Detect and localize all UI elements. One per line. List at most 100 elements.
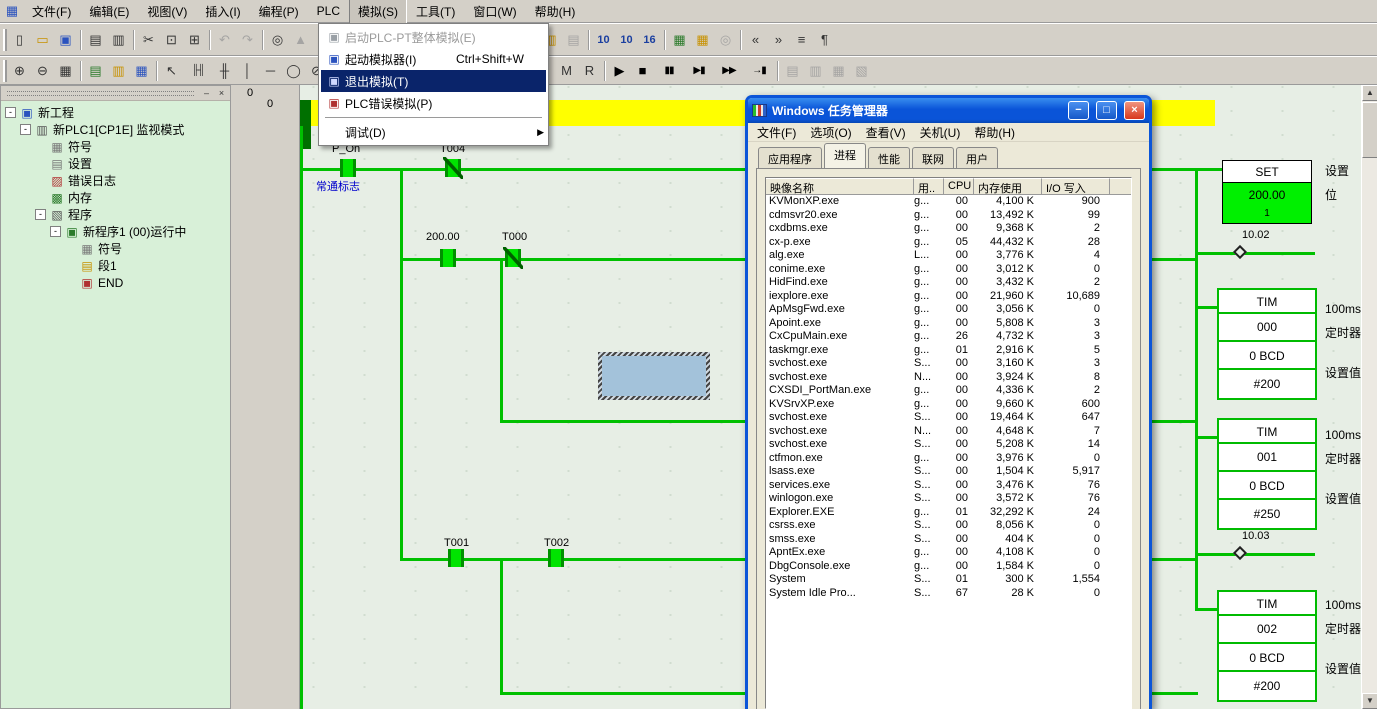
contact-t001[interactable] [448, 549, 464, 567]
process-row[interactable]: CxCpuMain.exe g... 26 4,732 K 3 [766, 330, 1131, 344]
tm-menu-view[interactable]: 查看(V) [859, 122, 913, 143]
column-header-user[interactable]: 用.. [914, 178, 944, 195]
redo-button[interactable]: ↷ [236, 28, 259, 51]
contact-t000[interactable] [505, 249, 521, 267]
tree-item[interactable]: ▦ 符号 [1, 138, 230, 155]
timer-block-0[interactable]: TIM 000 0 BCD #200 [1217, 288, 1317, 400]
timer-block-2[interactable]: TIM 002 0 BCD #200 [1217, 590, 1317, 702]
sim-scan-run-button[interactable]: →▮ [744, 59, 774, 82]
process-row[interactable]: ApntEx.exe g... 00 4,108 K 0 [766, 546, 1131, 560]
sim-pause-button[interactable]: ▮▮ [654, 59, 684, 82]
zoom-out-button[interactable]: ⊖ [31, 59, 54, 82]
grid-toggle-button[interactable]: ▦ [54, 59, 77, 82]
tm-menu-file[interactable]: 文件(F) [750, 122, 803, 143]
print-preview-button[interactable]: ▥ [107, 28, 130, 51]
close-button[interactable]: × [1124, 101, 1145, 120]
tab-processes[interactable]: 进程 [824, 143, 866, 168]
process-row[interactable]: CXSDI_PortMan.exe g... 00 4,336 K 2 [766, 384, 1131, 398]
contact-p-on[interactable] [340, 159, 356, 177]
window-layout-4-button[interactable]: ▧ [850, 59, 873, 82]
process-row[interactable]: cdmsvr20.exe g... 00 13,492 K 99 [766, 209, 1131, 223]
tree-item[interactable]: ▤ 设置 [1, 155, 230, 172]
process-row[interactable]: KVMonXP.exe g... 00 4,100 K 900 [766, 195, 1131, 209]
process-row[interactable]: Apoint.exe g... 00 5,808 K 3 [766, 317, 1131, 331]
process-row[interactable]: taskmgr.exe g... 01 2,916 K 5 [766, 344, 1131, 358]
column-header-cpu[interactable]: CPU [944, 178, 974, 195]
tab-applications[interactable]: 应用程序 [758, 147, 822, 169]
window-layout-1-button[interactable]: ▤ [781, 59, 804, 82]
select-tool-button[interactable]: ↖ [160, 59, 183, 82]
sim-continuous-step-button[interactable]: ▶▶ [714, 59, 744, 82]
grid-green-button[interactable]: ▦ [668, 28, 691, 51]
ladder-view-button[interactable]: ▤ [84, 59, 107, 82]
menu-view[interactable]: 视图(V) [138, 0, 196, 24]
new-project-button[interactable]: ▯ [8, 28, 31, 51]
contact-t004[interactable] [445, 159, 461, 177]
cut-button[interactable]: ✂ [137, 28, 160, 51]
process-row[interactable]: cxdbms.exe g... 00 9,368 K 2 [766, 222, 1131, 236]
contact-no-button[interactable]: ╟╢ [183, 59, 213, 82]
find-previous-button[interactable]: ▲ [289, 28, 312, 51]
scroll-down-button[interactable]: ▼ [1362, 693, 1377, 709]
tab-performance[interactable]: 性能 [868, 147, 910, 169]
sim-step-run-button[interactable]: ▶▮ [684, 59, 714, 82]
tab-networking[interactable]: 联网 [912, 147, 954, 169]
tree-item[interactable]: - ▣ 新程序1 (00)运行中 [1, 223, 230, 240]
tab-users[interactable]: 用户 [956, 147, 998, 169]
process-row[interactable]: csrss.exe S... 00 8,056 K 0 [766, 519, 1131, 533]
find-button[interactable]: ◎ [266, 28, 289, 51]
menu-program[interactable]: 编程(P) [250, 0, 308, 24]
sim-run-button[interactable]: ▶ [608, 59, 631, 82]
process-row[interactable]: svchost.exe N... 00 4,648 K 7 [766, 425, 1131, 439]
undo-button[interactable]: ↶ [213, 28, 236, 51]
grid-yellow-button[interactable]: ▦ [691, 28, 714, 51]
tree-item[interactable]: - ▧ 程序 [1, 206, 230, 223]
scrollbar-thumb[interactable] [1362, 102, 1377, 158]
process-row[interactable]: Explorer.EXE g... 01 32,292 K 24 [766, 506, 1131, 520]
tree-item[interactable]: - ▥ 新PLC1[CP1E] 监视模式 [1, 121, 230, 138]
paste-button[interactable]: ⊞ [183, 28, 206, 51]
menu-insert[interactable]: 插入(I) [196, 0, 249, 24]
process-row[interactable]: conime.exe g... 00 3,012 K 0 [766, 263, 1131, 277]
workspace-grip[interactable] [7, 91, 194, 96]
process-row[interactable]: cx-p.exe g... 05 44,432 K 28 [766, 236, 1131, 250]
process-row[interactable]: iexplore.exe g... 00 21,960 K 10,689 [766, 290, 1131, 304]
vertical-line-button[interactable]: │ [236, 59, 259, 82]
scroll-up-button[interactable]: ▲ [1362, 85, 1377, 101]
process-row[interactable]: System S... 01 300 K 1,554 [766, 573, 1131, 587]
coil-button[interactable]: ◯ [282, 59, 305, 82]
timer-block-1[interactable]: TIM 001 0 BCD #250 [1217, 418, 1317, 530]
menu-edit[interactable]: 编辑(E) [80, 0, 138, 24]
maximize-button[interactable]: □ [1096, 101, 1117, 120]
process-row[interactable]: HidFind.exe g... 00 3,432 K 2 [766, 276, 1131, 290]
copy-button[interactable]: ⊡ [160, 28, 183, 51]
minimize-button[interactable]: − [1068, 101, 1089, 120]
panel-splitter[interactable] [231, 85, 240, 709]
process-row[interactable]: lsass.exe S... 00 1,504 K 5,917 [766, 465, 1131, 479]
contact-t002[interactable] [548, 549, 564, 567]
process-row[interactable]: winlogon.exe S... 00 3,572 K 76 [766, 492, 1131, 506]
column-header-image-name[interactable]: 映像名称 [766, 178, 914, 195]
styles-button[interactable]: ¶ [813, 28, 836, 51]
column-header-io-writes[interactable]: I/O 写入 [1042, 178, 1110, 195]
mnemonic-view-button[interactable]: ▥ [107, 59, 130, 82]
open-project-button[interactable]: ▭ [31, 28, 54, 51]
column-header-memory[interactable]: 内存使用 [974, 178, 1042, 195]
contact-200-00[interactable] [440, 249, 456, 267]
tm-menu-help[interactable]: 帮助(H) [967, 122, 1022, 143]
tree-item[interactable]: ▦ 符号 [1, 240, 230, 257]
menu-item-plc-error-simulation[interactable]: ▣ PLC错误模拟(P) [321, 92, 546, 114]
process-row[interactable]: svchost.exe S... 00 5,208 K 14 [766, 438, 1131, 452]
text-size-10-button[interactable]: 10 [592, 28, 615, 51]
indent-right-button[interactable]: » [767, 28, 790, 51]
text-size-10b-button[interactable]: 10 [615, 28, 638, 51]
tree-item[interactable]: ▨ 错误日志 [1, 172, 230, 189]
vertical-scrollbar[interactable]: ▲ ▼ [1361, 85, 1377, 709]
process-row[interactable]: ApMsgFwd.exe g... 00 3,056 K 0 [766, 303, 1131, 317]
workspace-autohide-button[interactable]: – [200, 87, 213, 99]
process-row[interactable]: System Idle Pro... S... 67 28 K 0 [766, 587, 1131, 601]
menu-simulation[interactable]: 模拟(S) [349, 0, 407, 24]
menu-item-start-simulator[interactable]: ▣ 起动模拟器(I) Ctrl+Shift+W [321, 48, 546, 70]
menu-tools[interactable]: 工具(T) [407, 0, 464, 24]
indent-left-button[interactable]: « [744, 28, 767, 51]
